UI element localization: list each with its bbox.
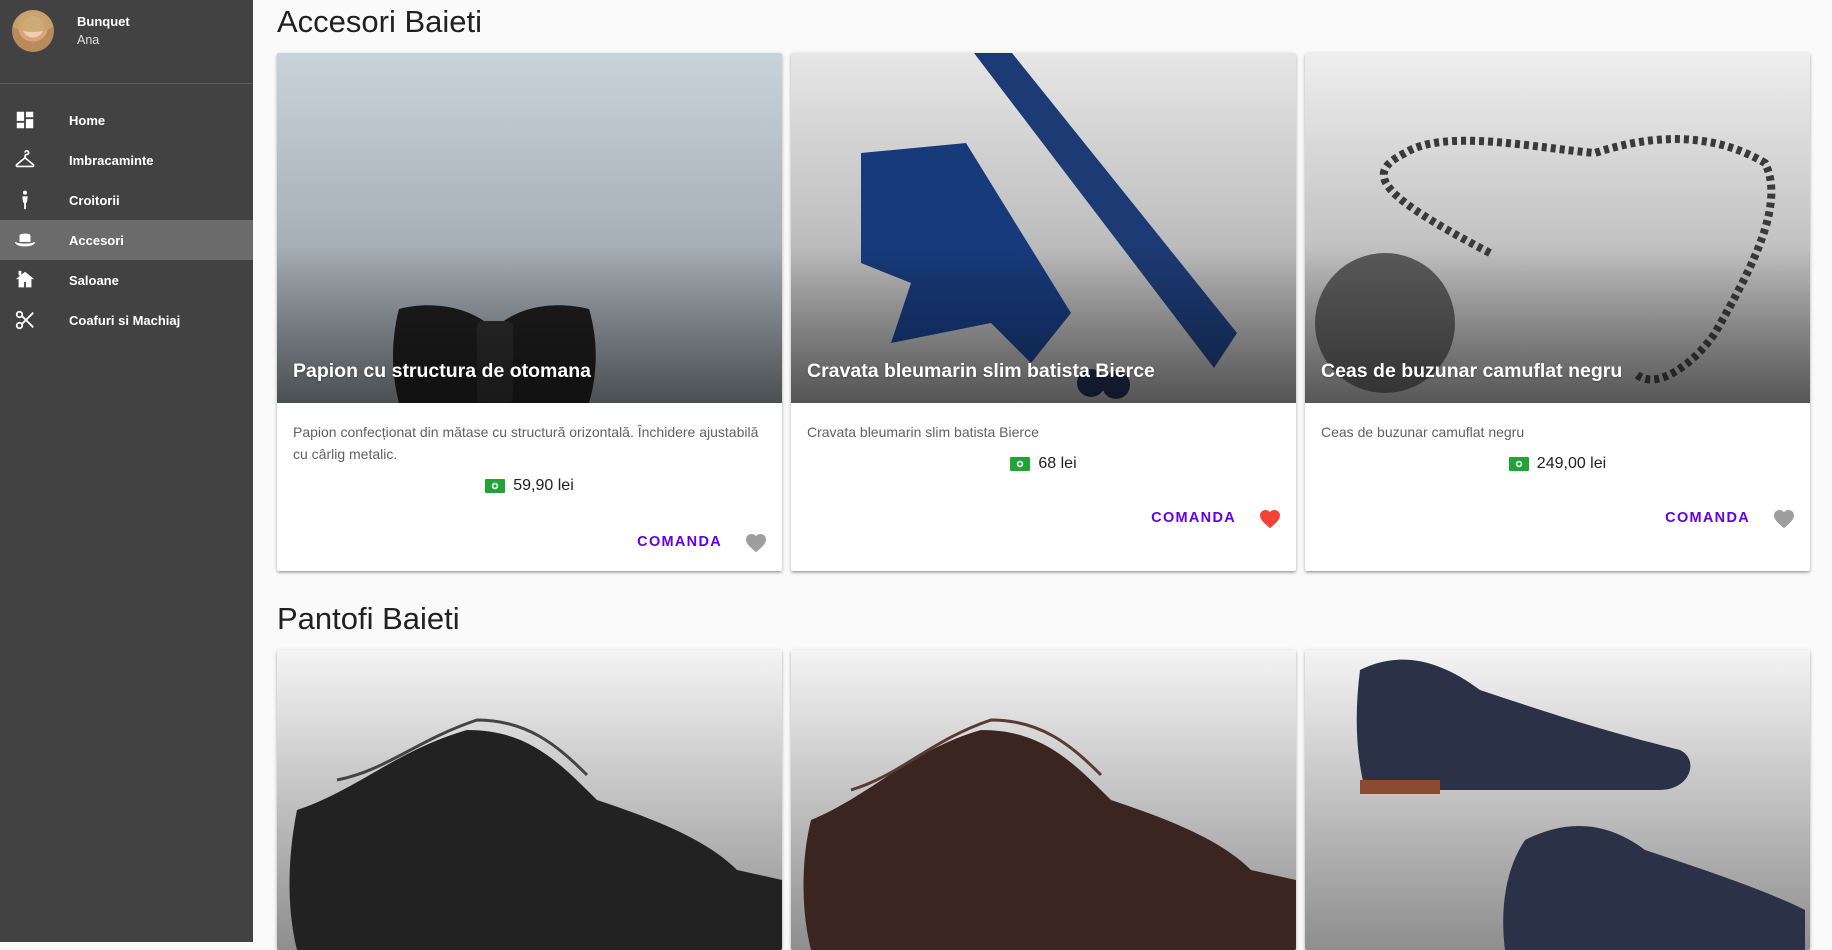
- card-title: Papion cu structura de otomana: [293, 360, 591, 382]
- product-card: [1305, 650, 1810, 950]
- card-description: Ceas de buzunar camuflat negru: [1321, 424, 1525, 440]
- product-image[interactable]: Ceas de buzunar camuflat negru: [1305, 53, 1810, 403]
- sidebar-item-accesori[interactable]: Accesori: [0, 220, 253, 260]
- price: 249,00 lei: [1305, 455, 1810, 473]
- avatar: [12, 10, 54, 52]
- person-icon: [22, 190, 28, 210]
- scissors-icon: [15, 310, 34, 330]
- card-actions: COMANDA: [1665, 507, 1796, 529]
- order-button[interactable]: COMANDA: [1665, 510, 1750, 526]
- sidebar-item-label: Coafuri si Machiaj: [69, 312, 181, 328]
- heart-icon[interactable]: [1258, 507, 1282, 529]
- sidebar-nav: Home Imbracaminte Croitorii Accesori Sal…: [0, 100, 253, 340]
- section-title: Accesori Baieti: [277, 4, 483, 39]
- hanger-icon: [15, 150, 35, 168]
- section-title: Pantofi Baieti: [277, 601, 460, 636]
- product-card: Cravata bleumarin slim batista Bierce Cr…: [791, 53, 1296, 571]
- sidebar: Bunquet Ana Home Imbracaminte Croitorii …: [0, 0, 253, 942]
- order-button[interactable]: COMANDA: [637, 534, 722, 550]
- product-card: Ceas de buzunar camuflat negru Ceas de b…: [1305, 53, 1810, 571]
- order-button[interactable]: COMANDA: [1151, 510, 1236, 526]
- price-value: 59,90 lei: [513, 477, 574, 494]
- price-value: 68 lei: [1038, 455, 1077, 472]
- sidebar-item-coafuri[interactable]: Coafuri si Machiaj: [0, 300, 253, 340]
- price: 68 lei: [791, 455, 1296, 473]
- heart-icon[interactable]: [744, 531, 768, 553]
- sidebar-item-label: Accesori: [69, 232, 124, 248]
- product-card: [791, 650, 1296, 950]
- card-description: Papion confecționat din mătase cu struct…: [293, 424, 759, 462]
- card-actions: COMANDA: [637, 531, 768, 553]
- profile-subtitle: Ana: [77, 33, 100, 47]
- main-content: Accesori Baieti Papion cu structura de o…: [253, 0, 1832, 950]
- dashboard-icon: [16, 111, 34, 129]
- heart-icon[interactable]: [1772, 507, 1796, 529]
- card-actions: COMANDA: [1151, 507, 1282, 529]
- price: 59,90 lei: [277, 477, 782, 495]
- product-image[interactable]: [277, 650, 782, 950]
- sidebar-item-label: Saloane: [69, 272, 119, 288]
- profile-name: Bunquet: [77, 14, 130, 29]
- product-card: [277, 650, 782, 950]
- product-image[interactable]: [791, 650, 1296, 950]
- product-image[interactable]: Cravata bleumarin slim batista Bierce: [791, 53, 1296, 403]
- sidebar-item-home[interactable]: Home: [0, 100, 253, 140]
- sidebar-item-imbracaminte[interactable]: Imbracaminte: [0, 140, 253, 180]
- product-image[interactable]: Papion cu structura de otomana: [277, 53, 782, 403]
- card-title: Cravata bleumarin slim batista Bierce: [807, 360, 1155, 382]
- money-icon: [1508, 457, 1529, 471]
- card-description: Cravata bleumarin slim batista Bierce: [807, 424, 1039, 440]
- sidebar-item-saloane[interactable]: Saloane: [0, 260, 253, 300]
- house-icon: [15, 270, 35, 288]
- sidebar-item-label: Croitorii: [69, 192, 120, 208]
- hat-icon: [14, 233, 36, 247]
- sidebar-item-label: Imbracaminte: [69, 152, 154, 168]
- sidebar-item-croitorii[interactable]: Croitorii: [0, 180, 253, 220]
- card-title: Ceas de buzunar camuflat negru: [1321, 360, 1623, 382]
- product-image[interactable]: [1305, 650, 1810, 950]
- product-card: Papion cu structura de otomana Papion co…: [277, 53, 782, 571]
- money-icon: [485, 479, 506, 493]
- money-icon: [1010, 457, 1031, 471]
- price-value: 249,00 lei: [1536, 455, 1607, 472]
- sidebar-item-label: Home: [69, 112, 106, 128]
- user-profile: Bunquet Ana: [0, 0, 253, 84]
